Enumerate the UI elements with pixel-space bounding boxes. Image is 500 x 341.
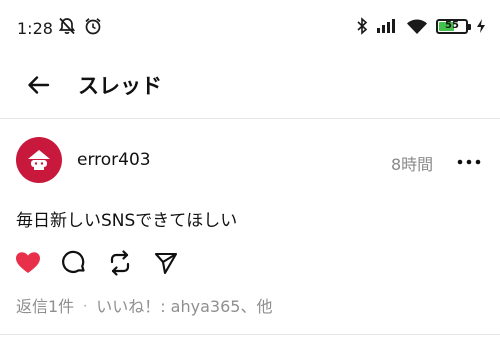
likes-summary[interactable]: いいね！: ahya365、他: [96, 297, 272, 316]
status-right-icons: 55: [356, 17, 486, 35]
status-bar: 1:28 55: [0, 0, 500, 52]
alarm-icon: [85, 18, 101, 35]
username[interactable]: error403: [77, 150, 151, 170]
battery-nub: [468, 23, 471, 30]
back-button[interactable]: [24, 70, 54, 100]
charging-icon: [477, 19, 485, 33]
battery-level: 55: [445, 19, 459, 31]
share-button[interactable]: [152, 249, 180, 277]
meta-separator: ·: [83, 299, 88, 313]
post-text: 毎日新しいSNSできてほしい: [16, 211, 238, 231]
repost-icon: [110, 250, 130, 276]
send-icon: [154, 252, 178, 275]
more-horizontal-icon: [457, 159, 481, 165]
arrow-left-icon: [28, 76, 50, 94]
post: error403 8時間 毎日新しいSNSできてほしい 返信1件 · いいね！:…: [0, 119, 500, 336]
battery-icon: 55: [436, 18, 471, 34]
timestamp: 8時間: [391, 155, 434, 174]
post-meta: 返信1件 · いいね！: ahya365、他: [16, 293, 272, 317]
repost-button[interactable]: [106, 249, 134, 277]
bluetooth-icon: [357, 17, 368, 35]
avatar-logo-icon: [28, 150, 50, 170]
status-time: 1:28: [17, 19, 53, 38]
replies-count[interactable]: 返信1件: [16, 297, 74, 316]
status-left-icons: [57, 16, 103, 36]
page-title: スレッド: [78, 74, 162, 98]
header: スレッド: [0, 52, 500, 119]
wifi-icon: [407, 19, 427, 34]
more-options-button[interactable]: [455, 153, 483, 165]
reply-button[interactable]: [60, 249, 88, 277]
avatar[interactable]: [16, 137, 62, 183]
mute-icon: [58, 17, 76, 35]
like-button[interactable]: [14, 249, 42, 277]
divider: [0, 334, 500, 335]
signal-icon: [377, 19, 395, 33]
comment-icon: [62, 250, 85, 273]
heart-icon: [16, 252, 40, 273]
